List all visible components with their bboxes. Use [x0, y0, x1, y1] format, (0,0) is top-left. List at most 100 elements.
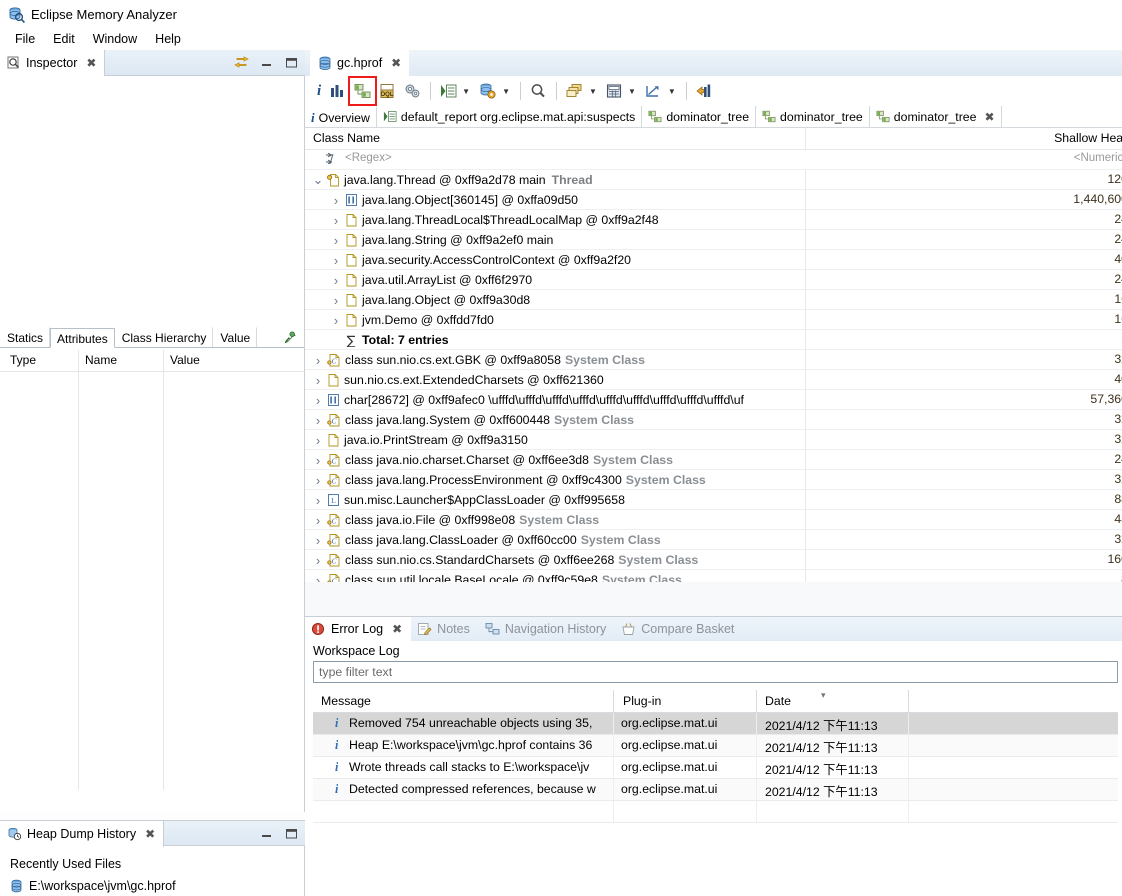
menu-edit[interactable]: Edit: [44, 30, 84, 48]
heap-dump-file-item[interactable]: E:\workspace\jvm\gc.hprof: [10, 875, 304, 896]
table-row[interactable]: › Lsun.misc.Launcher$AppClassLoader @ 0x…: [305, 490, 1122, 510]
twisty-collapsed-icon[interactable]: ›: [311, 373, 325, 388]
table-row[interactable]: › C class java.lang.ProcessEnvironment @…: [305, 470, 1122, 490]
twisty-collapsed-icon[interactable]: ›: [329, 193, 343, 208]
table-row[interactable]: › sun.nio.cs.ext.ExtendedCharsets @ 0xff…: [305, 370, 1122, 390]
table-row[interactable]: ∑ Total: 7 entries: [305, 330, 1122, 350]
twisty-expanded-icon[interactable]: ⌄: [311, 173, 325, 186]
oql-button[interactable]: OQL: [375, 78, 400, 104]
inspector-col-name[interactable]: Name: [85, 353, 117, 367]
link-with-editor-icon[interactable]: [233, 54, 249, 70]
result-tab-dominator-tree-3[interactable]: dominator_tree ✖: [870, 106, 1002, 127]
tab-notes[interactable]: Notes: [411, 617, 479, 642]
maximize-icon[interactable]: [283, 825, 299, 841]
twisty-collapsed-icon[interactable]: ›: [311, 533, 325, 548]
inspector-tab-class-hierarchy[interactable]: Class Hierarchy: [115, 327, 214, 347]
inspector-col-type[interactable]: Type: [10, 353, 36, 367]
twisty-collapsed-icon[interactable]: ›: [311, 473, 325, 488]
twisty-collapsed-icon[interactable]: ›: [329, 313, 343, 328]
error-log-col-message[interactable]: Message: [321, 694, 371, 708]
menu-file[interactable]: File: [6, 30, 44, 48]
tab-compare-basket[interactable]: Compare Basket: [615, 617, 743, 642]
close-icon[interactable]: ✖: [145, 827, 155, 841]
export-button[interactable]: [641, 78, 667, 104]
list-item[interactable]: i Removed 754 unreachable objects using 3…: [313, 713, 1118, 735]
table-row[interactable]: › C class sun.nio.cs.ext.GBK @ 0xff9a805…: [305, 350, 1122, 370]
error-log-filter-input[interactable]: type filter text: [313, 661, 1118, 683]
table-row[interactable]: › java.lang.String @ 0xff9a2ef0 main2448…: [305, 230, 1122, 250]
tab-inspector[interactable]: Inspector ✖: [0, 50, 106, 76]
maximize-icon[interactable]: [283, 54, 299, 70]
chevron-down-icon[interactable]: ▼: [627, 87, 641, 96]
table-row[interactable]: ⌄ java.lang.Thread @ 0xff9a2d78 main Thre…: [305, 170, 1122, 190]
table-row[interactable]: › java.security.AccessControlContext @ 0…: [305, 250, 1122, 270]
tab-navigation-history[interactable]: Navigation History: [479, 617, 615, 642]
twisty-collapsed-icon[interactable]: ›: [311, 513, 325, 528]
dominator-tree-button[interactable]: [348, 76, 378, 106]
chevron-down-icon[interactable]: ▼: [588, 87, 602, 96]
table-row[interactable]: › java.lang.ThreadLocal$ThreadLocalMap @…: [305, 210, 1122, 230]
chevron-down-icon[interactable]: ▼: [667, 87, 681, 96]
close-icon[interactable]: ✖: [392, 622, 402, 636]
twisty-collapsed-icon[interactable]: ›: [329, 253, 343, 268]
error-log-col-plugin[interactable]: Plug-in: [623, 694, 661, 708]
tab-heap-dump-history[interactable]: Heap Dump History ✖: [0, 821, 165, 847]
chevron-down-icon[interactable]: ▼: [461, 87, 475, 96]
run-report-button[interactable]: [436, 78, 461, 104]
table-row[interactable]: › char[28672] @ 0xff9afec0 \ufffd\ufffd\…: [305, 390, 1122, 410]
table-row[interactable]: › C class java.lang.ClassLoader @ 0xff60…: [305, 530, 1122, 550]
twisty-collapsed-icon[interactable]: ›: [311, 493, 325, 508]
table-row[interactable]: › C class sun.nio.cs.StandardCharsets @ …: [305, 550, 1122, 570]
twisty-collapsed-icon[interactable]: ›: [311, 433, 325, 448]
menu-help[interactable]: Help: [146, 30, 190, 48]
error-log-col-date[interactable]: Date: [765, 694, 791, 708]
inspector-tab-value[interactable]: Value: [213, 327, 258, 347]
twisty-collapsed-icon[interactable]: ›: [311, 393, 325, 408]
table-row[interactable]: › C class java.lang.System @ 0xff600448 S…: [305, 410, 1122, 430]
twisty-collapsed-icon[interactable]: ›: [311, 453, 325, 468]
table-row[interactable]: › C class java.io.File @ 0xff998e08 Syste…: [305, 510, 1122, 530]
pin-icon[interactable]: [278, 329, 304, 347]
query-browser-button[interactable]: [475, 78, 501, 104]
filter-class-name[interactable]: <Regex>: [345, 152, 392, 164]
menu-window[interactable]: Window: [84, 30, 146, 48]
table-row[interactable]: › C class sun.util.locale.BaseLocale @ 0…: [305, 570, 1122, 582]
group-by-button[interactable]: [562, 78, 588, 104]
minimize-icon[interactable]: [258, 54, 274, 70]
inspector-col-value[interactable]: Value: [170, 353, 200, 367]
twisty-collapsed-icon[interactable]: ›: [311, 553, 325, 568]
column-header-class-name[interactable]: Class Name: [313, 131, 380, 145]
result-tab-dominator-tree-1[interactable]: dominator_tree: [642, 106, 757, 127]
twisty-collapsed-icon[interactable]: ›: [311, 573, 325, 583]
close-icon[interactable]: ✖: [86, 56, 96, 70]
result-tab-dominator-tree-2[interactable]: dominator_tree: [756, 106, 870, 127]
tab-error-log[interactable]: Error Log ✖: [305, 616, 412, 642]
twisty-collapsed-icon[interactable]: ›: [311, 413, 325, 428]
calculator-button[interactable]: [602, 78, 627, 104]
twisty-collapsed-icon[interactable]: ›: [329, 233, 343, 248]
table-row[interactable]: › java.util.ArrayList @ 0xff6f297024240.…: [305, 270, 1122, 290]
table-row[interactable]: › jvm.Demo @ 0xffdd7fd016160.00%: [305, 310, 1122, 330]
result-tab-overview[interactable]: i Overview: [305, 106, 377, 127]
tab-gc-hprof[interactable]: gc.hprof ✖: [310, 50, 410, 76]
list-item[interactable]: i Heap E:\workspace\jvm\gc.hprof contains…: [313, 735, 1118, 757]
gears-button[interactable]: [400, 78, 425, 104]
minimize-icon[interactable]: [258, 825, 274, 841]
twisty-collapsed-icon[interactable]: ›: [329, 213, 343, 228]
inspector-tab-attributes[interactable]: Attributes: [50, 328, 115, 348]
twisty-collapsed-icon[interactable]: ›: [311, 353, 325, 368]
table-row[interactable]: › C class java.nio.charset.Charset @ 0xf…: [305, 450, 1122, 470]
histogram-button[interactable]: [325, 78, 350, 104]
filter-shallow-heap[interactable]: <Numeric>: [1050, 152, 1122, 164]
close-icon[interactable]: ✖: [984, 110, 994, 124]
overview-info-button[interactable]: i: [313, 78, 325, 104]
compare-button[interactable]: [692, 78, 718, 104]
list-item[interactable]: i Wrote threads call stacks to E:\workspa…: [313, 757, 1118, 779]
inspector-tab-statics[interactable]: Statics: [0, 327, 51, 347]
chevron-down-icon[interactable]: ▼: [501, 87, 515, 96]
find-button[interactable]: [526, 78, 551, 104]
table-row[interactable]: › java.io.PrintStream @ 0xff9a31503225,1…: [305, 430, 1122, 450]
result-tab-default-report[interactable]: default_report org.eclipse.mat.api:suspe…: [377, 106, 643, 127]
twisty-collapsed-icon[interactable]: ›: [329, 273, 343, 288]
close-icon[interactable]: ✖: [391, 56, 401, 70]
